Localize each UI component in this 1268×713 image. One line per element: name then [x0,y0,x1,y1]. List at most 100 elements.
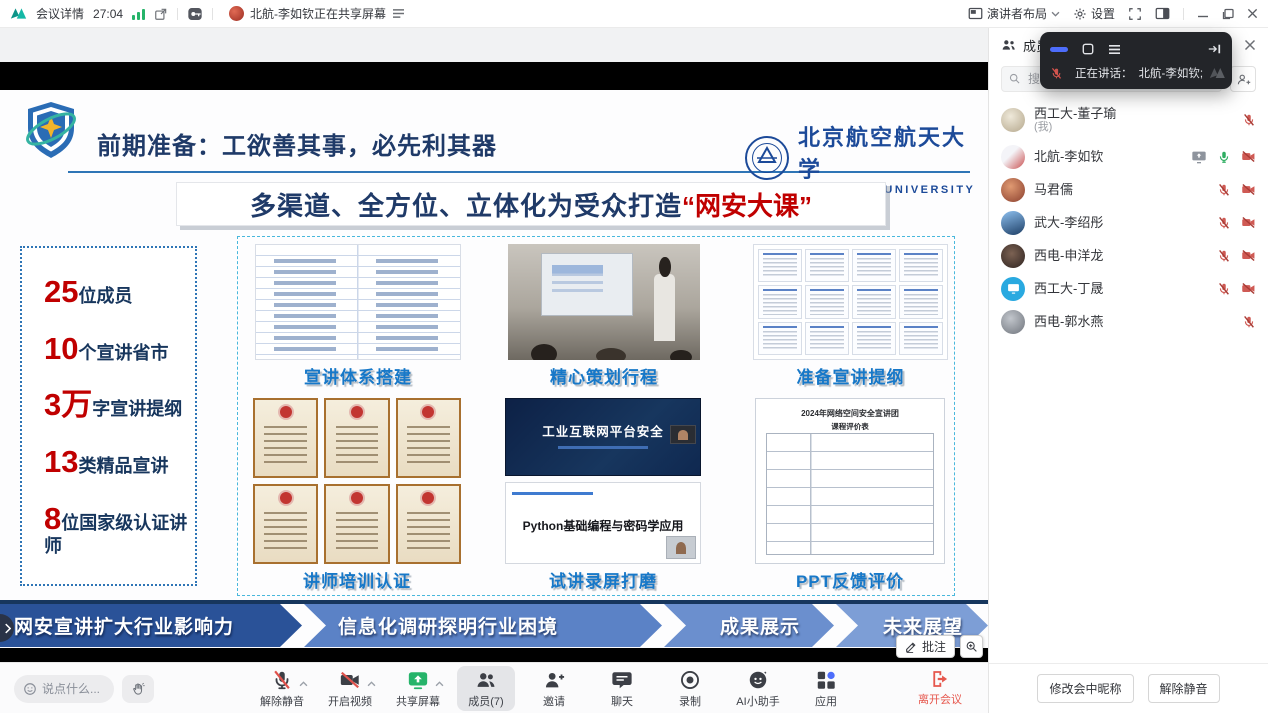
chevron-up-icon[interactable] [435,674,444,692]
member-row[interactable]: 西工大-丁晟 [989,272,1268,305]
chevron-up-icon[interactable] [299,674,308,692]
annotate-button[interactable]: 批注 [896,635,955,658]
tile-certificates-image [253,398,461,564]
toolbar-center: 解除静音 开启视频 [133,666,855,711]
table-text-column [274,259,335,353]
search-icon [1008,72,1021,85]
member-name: 西工大-丁晟 [1034,281,1103,297]
speaker-overlay-panel[interactable]: 正在讲话： 北航-李如钦; [1040,32,1232,89]
sharing-screen-icon [1191,150,1207,164]
stat-number: 3万 [44,387,92,422]
ai-assistant-button[interactable]: AI小助手 [729,666,787,711]
sharer-avatar [229,6,244,21]
thumbnail-view-icon[interactable] [1082,43,1094,55]
member-row-self[interactable]: 西工大-董子瑜 (我) [989,100,1268,140]
chevron-up-icon[interactable] [367,674,376,692]
avatar [1001,108,1025,132]
members-icon [1001,38,1017,52]
close-icon[interactable] [1247,8,1258,19]
member-name: 西电-申洋龙 [1034,248,1103,264]
record-icon [679,669,701,691]
invite-label: 邀请 [543,693,565,709]
tile-rehearsal-videos: 工业互联网平台安全 Python基础编程与密码学应用 [505,398,701,564]
tile-evaluation-form: 2024年网络空间安全宣讲团 课程评价表 [755,398,945,564]
form-title: 2024年网络空间安全宣讲团 [756,408,944,419]
settings-button[interactable]: 设置 [1073,5,1115,22]
stat-courses: 13类精品宣讲 [44,444,195,480]
stat-outline: 3万字宣讲提纲 [44,387,195,423]
member-row[interactable]: 武大-李绍彤 [989,206,1268,239]
annotation-float-tools: 批注 [896,635,983,658]
stat-provinces: 10个宣讲省市 [44,331,195,367]
gear-icon [1073,7,1087,21]
rename-button[interactable]: 修改会中昵称 [1037,674,1133,703]
stat-number: 10 [44,331,78,366]
apps-label: 应用 [815,693,837,709]
leave-meeting-button[interactable]: 离开会议 [918,669,962,707]
leave-icon [930,669,950,689]
speaking-name: 北航-李如钦; [1139,65,1204,81]
fullscreen-icon[interactable] [1128,7,1142,21]
layout-icon [968,7,983,20]
stat-number: 13 [44,444,78,479]
member-row-presenter[interactable]: 北航-李如钦 [989,140,1268,173]
maximize-icon[interactable] [1222,8,1234,20]
member-row[interactable]: 马君儒 [989,173,1268,206]
add-member-button[interactable] [1230,66,1256,92]
video-title: Python基础编程与密码学应用 [506,517,700,534]
share-menu-icon[interactable] [392,8,405,19]
chat-label: 聊天 [611,693,633,709]
caption-training: 讲师培训认证 [253,567,461,592]
mic-muted-icon [1217,282,1231,296]
minimize-video-indicator[interactable] [1050,47,1068,52]
camera-off-icon [1241,249,1256,262]
magnifier-zoom-button[interactable] [960,635,983,658]
meeting-timer: 27:04 [93,7,123,21]
avatar [1001,277,1025,301]
popout-window-icon[interactable] [154,7,168,21]
member-row[interactable]: 西电-申洋龙 [989,239,1268,272]
layout-switch-button[interactable]: 演讲者布局 [968,5,1060,22]
unmute-button[interactable]: 解除静音 [253,666,311,711]
ai-assistant-icon [747,669,769,691]
quick-chat-pill[interactable] [14,675,114,703]
video-screenshot-python: Python基础编程与密码学应用 [505,482,701,564]
collapse-panel-icon[interactable] [1208,43,1222,55]
webcam-thumbnail [670,425,696,444]
share-screen-button[interactable]: 共享屏幕 [389,666,447,711]
meeting-app-window: 会议详情 27:04 北航-李如钦正在共享屏幕 [0,0,1268,713]
presenter-figure [654,274,675,341]
slide-subtitle-banner: 多渠道、全方位、立体化为受众打造“网安大课” [176,182,886,226]
invite-button[interactable]: 邀请 [525,666,583,711]
caption-rehearsal: 试讲录屏打磨 [505,567,701,592]
caption-system: 宣讲体系搭建 [255,363,461,388]
mic-muted-icon [1217,249,1231,263]
chevron-down-icon [1051,11,1060,17]
stat-lecturers: 8位国家级认证讲师 [44,501,195,558]
minimize-icon[interactable] [1197,8,1209,20]
stat-label: 位国家级认证讲师 [44,513,187,557]
start-video-label: 开启视频 [328,693,372,709]
member-row[interactable]: 西电-郭水燕 [989,305,1268,338]
list-view-icon[interactable] [1108,44,1121,55]
meeting-security-icon[interactable] [187,6,203,22]
apps-button[interactable]: 应用 [797,666,855,711]
quick-chat-input[interactable] [42,682,108,696]
record-button[interactable]: 录制 [661,666,719,711]
subtitle-main-text: 多渠道、全方位、立体化为受众打造 [250,186,682,223]
quick-chat-area [14,675,154,703]
raise-hand-button[interactable] [122,675,154,703]
side-panel-toggle-icon[interactable] [1155,7,1170,20]
watermark-logo-icon [1209,67,1229,79]
letterbox-bottom [0,648,988,662]
camera-off-icon [1241,150,1256,163]
stat-label: 个宣讲省市 [78,343,168,363]
unmute-footer-button[interactable]: 解除静音 [1148,674,1220,703]
chat-button[interactable]: 聊天 [593,666,651,711]
members-button[interactable]: 成员(7) [457,666,515,711]
start-video-button[interactable]: 开启视频 [321,666,379,711]
panel-close-icon[interactable] [1244,39,1256,51]
member-name: 武大-李绍彤 [1034,215,1103,231]
subtitle-accent-text: “网安大课” [682,186,812,223]
meeting-details-button[interactable]: 会议详情 [36,5,84,22]
